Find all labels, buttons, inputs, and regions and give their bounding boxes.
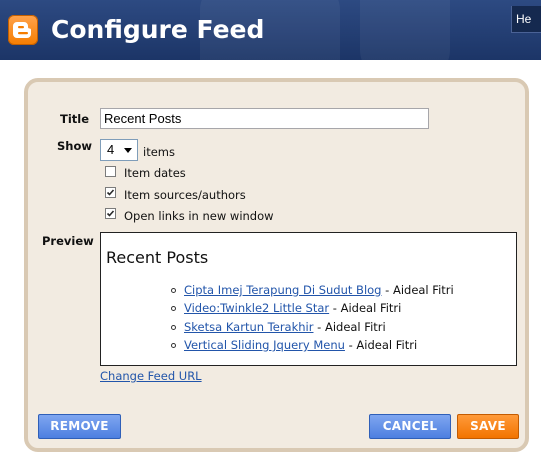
item-sources-label: Item sources/authors (124, 188, 246, 202)
bullet-icon (171, 343, 176, 348)
item-dates-checkbox[interactable] (105, 166, 116, 177)
post-separator: - (313, 320, 325, 334)
list-item: Sketsa Kartun Terakhir - Aideal Fitri (171, 320, 386, 336)
preview-label: Preview (42, 234, 94, 248)
show-count-select[interactable]: 4 (100, 139, 138, 161)
dropdown-arrow-icon (124, 148, 132, 153)
list-item: Video:Twinkle2 Little Star - Aideal Fitr… (171, 301, 401, 317)
list-item: Vertical Sliding Jquery Menu - Aideal Fi… (171, 338, 417, 354)
bullet-icon (171, 288, 176, 293)
show-label: Show (57, 139, 92, 153)
show-count-value: 4 (107, 142, 115, 157)
title-label: Title (60, 112, 90, 126)
change-feed-url-link[interactable]: Change Feed URL (100, 369, 202, 383)
header-bar: Configure Feed He (0, 0, 541, 60)
post-link[interactable]: Cipta Imej Terapung Di Sudut Blog (184, 283, 381, 297)
post-author: Aideal Fitri (324, 320, 386, 334)
configure-feed-window: Configure Feed He Title Show 4 items Ite… (0, 0, 541, 460)
save-button[interactable]: SAVE (457, 414, 519, 439)
open-new-window-checkbox[interactable] (105, 208, 116, 219)
post-link[interactable]: Sketsa Kartun Terakhir (184, 320, 313, 334)
help-link[interactable]: He (511, 6, 541, 33)
post-separator: - (381, 283, 393, 297)
open-new-window-label: Open links in new window (124, 209, 274, 223)
list-item: Cipta Imej Terapung Di Sudut Blog - Aide… (171, 283, 454, 299)
header-decoration (360, 0, 450, 60)
post-separator: - (344, 338, 357, 352)
cancel-button[interactable]: CANCEL (369, 414, 451, 439)
post-author: Aideal Fitri (340, 301, 402, 315)
title-input[interactable] (100, 108, 429, 129)
page-title: Configure Feed (51, 15, 265, 44)
blogger-logo-icon (8, 15, 38, 45)
remove-button[interactable]: REMOVE (38, 414, 121, 439)
preview-heading: Recent Posts (106, 248, 209, 267)
bullet-icon (171, 325, 176, 330)
post-author: Aideal Fitri (392, 283, 454, 297)
post-separator: - (329, 301, 341, 315)
checkmark-icon (106, 189, 115, 196)
post-link[interactable]: Vertical Sliding Jquery Menu (184, 338, 345, 352)
show-items-suffix: items (143, 145, 175, 159)
post-link[interactable]: Video:Twinkle2 Little Star (184, 301, 329, 315)
checkmark-icon (106, 210, 115, 217)
item-dates-label: Item dates (124, 166, 186, 180)
post-author: Aideal Fitri (356, 338, 418, 352)
bullet-icon (171, 306, 176, 311)
item-sources-checkbox[interactable] (105, 187, 116, 198)
